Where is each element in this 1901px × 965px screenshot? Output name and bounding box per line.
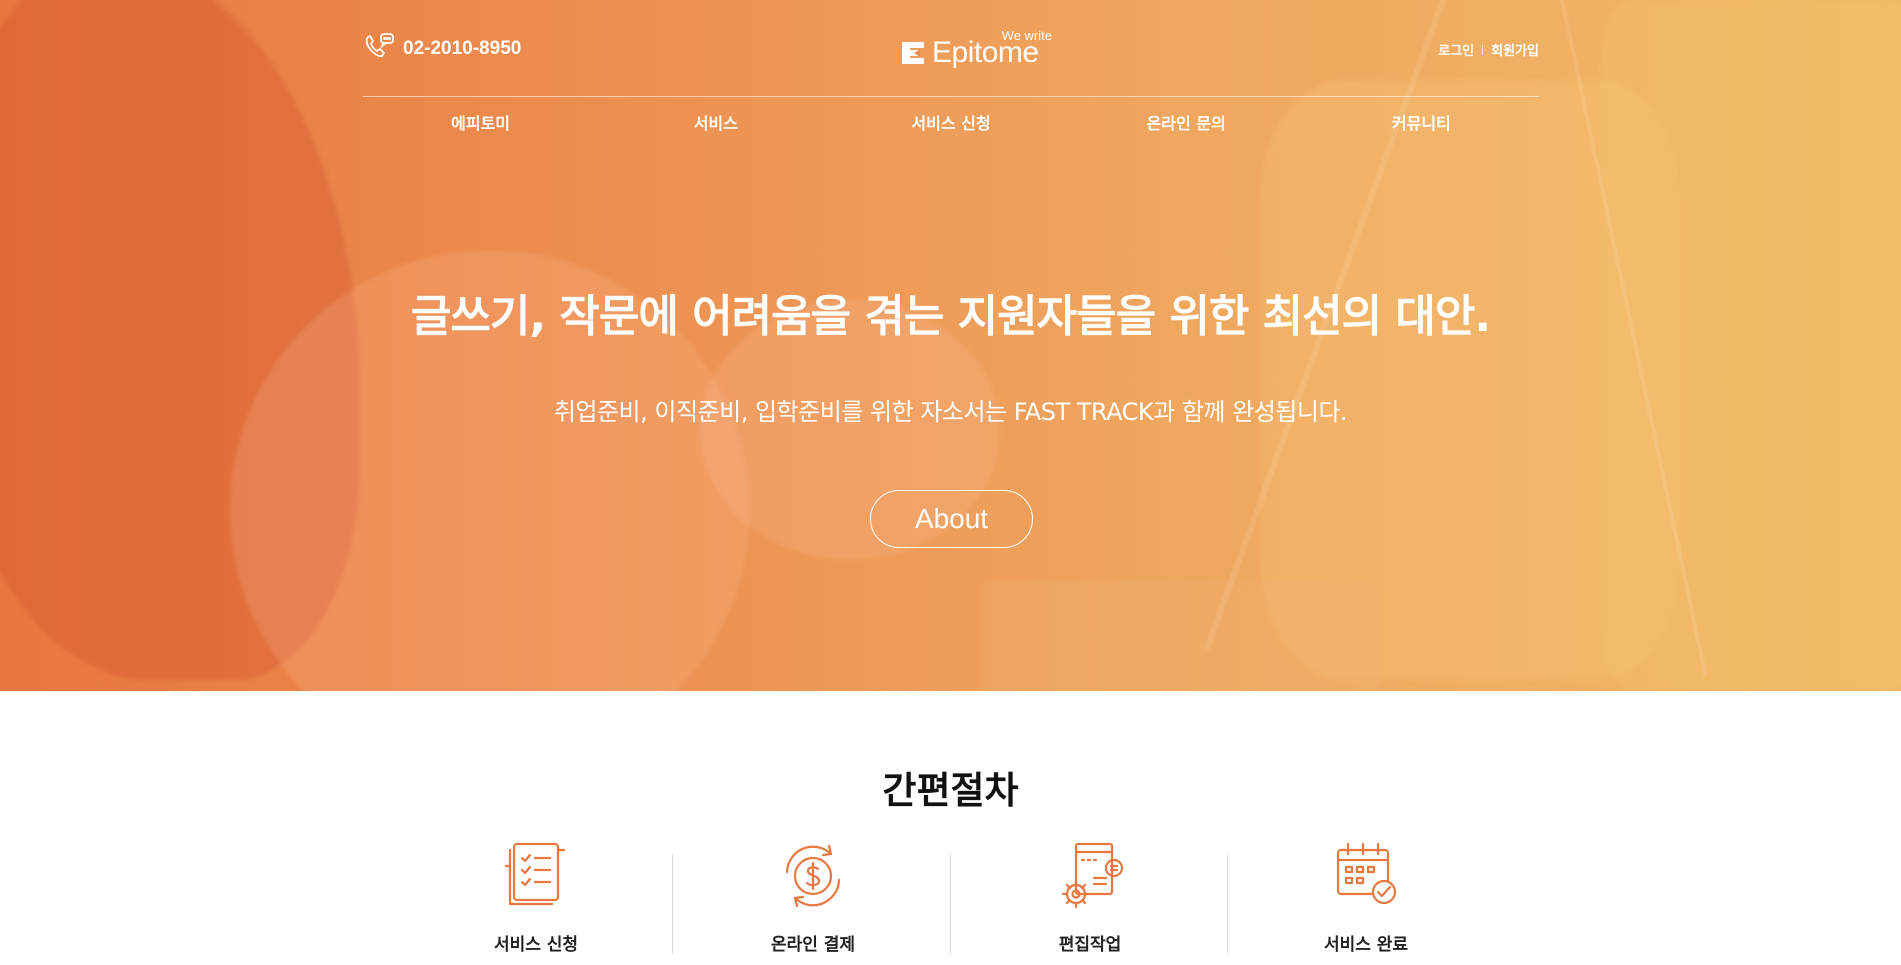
header-divider: [363, 96, 1539, 97]
hero-background-shape: [1600, 0, 1901, 691]
nav-item-service[interactable]: 서비스: [598, 110, 833, 140]
nav-item-online-inquiry[interactable]: 온라인 문의: [1069, 110, 1304, 140]
main-nav: 에피토미 서비스 서비스 신청 온라인 문의 커뮤니티: [363, 110, 1539, 140]
auth-separator: [1482, 44, 1484, 55]
step-label: 온라인 결제: [770, 935, 856, 955]
phone-contact[interactable]: 02-2010-8950: [363, 32, 521, 66]
header: 02-2010-8950 We write Epitome 로그인 회원가입: [363, 28, 1539, 69]
calendar-check-icon: [1336, 842, 1397, 905]
nav-item-epitome[interactable]: 에피토미: [363, 110, 598, 140]
logo-text: Epitome: [932, 36, 1039, 69]
nav-item-service-apply[interactable]: 서비스 신청: [833, 110, 1068, 140]
logo[interactable]: We write Epitome: [900, 28, 1060, 72]
document-gear-icon: [1061, 842, 1124, 909]
step-editing[interactable]: 편집작업: [950, 836, 1230, 965]
process-title: 간편절차: [882, 769, 1019, 812]
checklist-icon: [504, 842, 566, 906]
dollar-cycle-icon: [785, 844, 841, 908]
nav-item-community[interactable]: 커뮤니티: [1304, 110, 1539, 140]
step-service-apply[interactable]: 서비스 신청: [396, 836, 676, 965]
hero-banner: 02-2010-8950 We write Epitome 로그인 회원가입 에…: [0, 0, 1901, 691]
hero-title: 글쓰기, 작문에 어려움을 겪는 지원자들을 위한 최선의 대안.: [410, 291, 1491, 342]
step-online-payment[interactable]: 온라인 결제: [673, 836, 953, 965]
signup-link[interactable]: 회원가입: [1491, 40, 1539, 59]
hero-background-shape: [980, 580, 1380, 691]
phone-icon: [363, 32, 395, 66]
process-steps: 서비스 신청 온라인 결제 편집작업 서비스 완료: [396, 836, 1506, 965]
step-service-complete[interactable]: 서비스 완료: [1226, 836, 1506, 965]
logo-mark-icon: [902, 42, 924, 64]
step-label: 서비스 신청: [493, 935, 579, 955]
about-button[interactable]: About: [870, 490, 1033, 548]
step-label: 서비스 완료: [1323, 935, 1409, 955]
auth-links: 로그인 회원가입: [1438, 40, 1539, 59]
hero-subtitle: 취업준비, 이직준비, 입학준비를 위한 자소서는 FAST TRACK과 함께…: [553, 398, 1348, 426]
step-label: 편집작업: [1058, 935, 1122, 955]
login-link[interactable]: 로그인: [1438, 40, 1474, 59]
phone-number: 02-2010-8950: [403, 38, 522, 59]
